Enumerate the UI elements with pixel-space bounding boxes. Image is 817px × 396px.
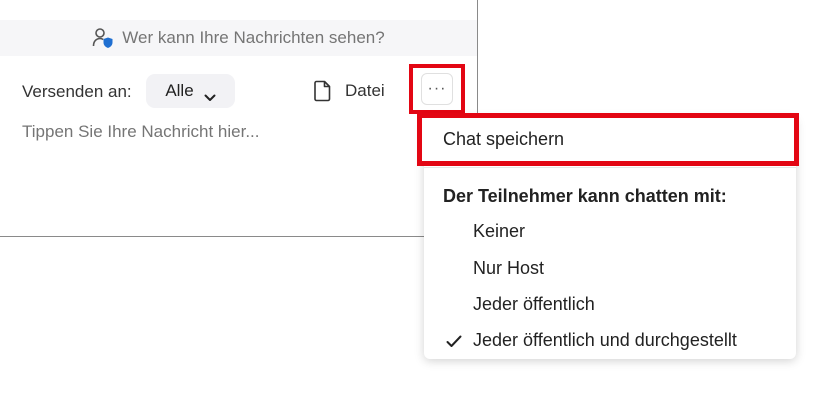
menu-option-keiner[interactable]: Keiner <box>424 215 796 247</box>
save-chat-label: Chat speichern <box>443 129 565 149</box>
file-button[interactable]: Datei <box>314 78 385 104</box>
recipient-value: Alle <box>165 81 194 100</box>
message-input[interactable] <box>22 122 392 142</box>
send-to-row: Versenden an: Alle Datei <box>22 74 472 108</box>
ellipsis-icon: ··· <box>427 80 447 97</box>
chat-panel: Wer kann Ihre Nachrichten sehen? Versend… <box>0 0 478 237</box>
document-icon <box>314 80 331 102</box>
checkmark-icon <box>446 332 462 347</box>
recipient-select[interactable]: Alle <box>146 74 235 108</box>
privacy-notice[interactable]: Wer kann Ihre Nachrichten sehen? <box>0 20 477 56</box>
send-to-label: Versenden an: <box>22 82 132 101</box>
file-label: Datei <box>345 81 385 100</box>
menu-option-label: Keiner <box>473 221 526 241</box>
menu-option-label: Jeder öffentlich und durchgestellt <box>473 330 737 350</box>
menu-option-nur-host[interactable]: Nur Host <box>424 252 796 284</box>
more-options-highlight: ··· <box>409 64 465 114</box>
menu-divider <box>424 167 796 168</box>
menu-option-jeder-oeffentlich-durchgestellt[interactable]: Jeder öffentlich und durchgestellt <box>424 324 796 356</box>
menu-option-jeder-oeffentlich[interactable]: Jeder öffentlich <box>424 288 796 320</box>
more-options-button[interactable]: ··· <box>421 73 453 105</box>
shield-user-icon <box>92 27 114 49</box>
menu-option-label: Jeder öffentlich <box>473 294 595 314</box>
menu-option-label: Nur Host <box>473 258 545 278</box>
save-chat-menu-item[interactable]: Chat speichern <box>417 113 799 166</box>
chat-permission-heading: Der Teilnehmer kann chatten mit: <box>443 186 727 206</box>
chevron-down-icon <box>204 87 216 101</box>
privacy-notice-text: Wer kann Ihre Nachrichten sehen? <box>122 28 385 47</box>
